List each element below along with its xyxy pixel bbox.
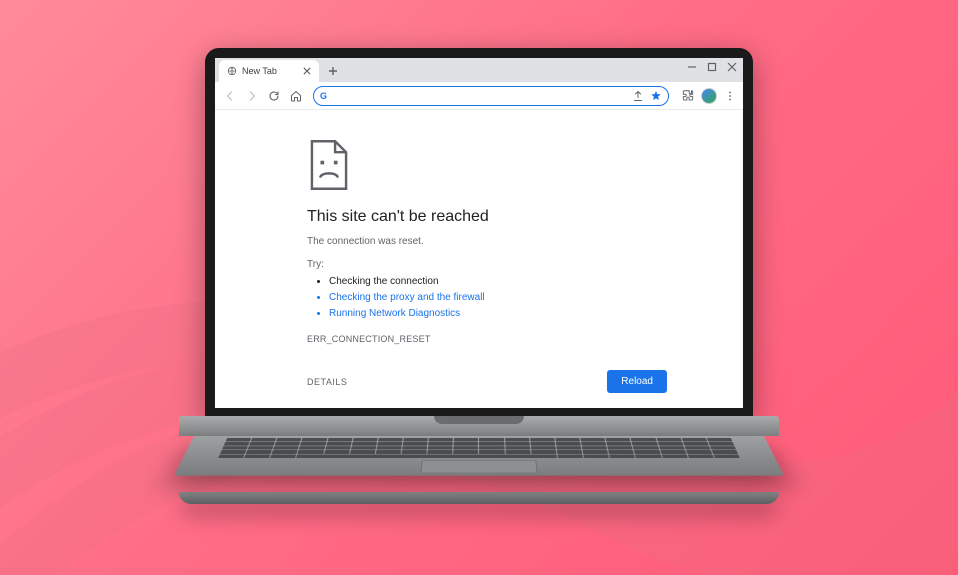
menu-button[interactable]: [723, 89, 737, 103]
search-engine-icon: G: [320, 91, 327, 101]
toolbar-actions: [681, 88, 737, 104]
reload-nav-button[interactable]: [265, 87, 283, 105]
sad-document-icon: [307, 140, 351, 190]
error-footer: DETAILS Reload: [307, 370, 667, 393]
browser-window: New Tab G: [215, 58, 743, 408]
laptop-base-edge: [179, 492, 779, 504]
error-suggestions: Checking the connection Checking the pro…: [307, 274, 667, 322]
tab-title: New Tab: [242, 66, 298, 76]
page-content: This site can't be reached The connectio…: [215, 110, 743, 408]
arrow-right-icon: [246, 90, 258, 102]
details-button[interactable]: DETAILS: [307, 377, 347, 387]
error-title: This site can't be reached: [307, 208, 667, 226]
forward-button[interactable]: [243, 87, 261, 105]
url-input[interactable]: [333, 88, 626, 104]
error-page: This site can't be reached The connectio…: [307, 140, 667, 393]
reload-button[interactable]: Reload: [607, 370, 667, 393]
error-subtitle: The connection was reset.: [307, 236, 667, 247]
window-controls: [687, 62, 737, 72]
minimize-button[interactable]: [687, 62, 697, 72]
tab-strip: New Tab: [215, 58, 743, 82]
trackpad: [420, 460, 537, 473]
browser-tab[interactable]: New Tab: [219, 60, 319, 82]
extensions-button[interactable]: [681, 89, 695, 103]
laptop-mockup: New Tab G: [179, 48, 779, 504]
home-icon: [290, 90, 302, 102]
new-tab-button[interactable]: [325, 63, 341, 79]
browser-toolbar: G: [215, 82, 743, 110]
home-button[interactable]: [287, 87, 305, 105]
globe-icon: [227, 66, 237, 76]
error-try-label: Try:: [307, 259, 667, 270]
suggestion-network-diagnostics[interactable]: Running Network Diagnostics: [329, 306, 667, 322]
bookmark-star-icon[interactable]: [650, 90, 662, 102]
laptop-hinge: [179, 416, 779, 436]
close-window-button[interactable]: [727, 62, 737, 72]
screen-bezel: New Tab G: [205, 48, 753, 418]
close-icon[interactable]: [303, 67, 311, 75]
laptop-keyboard-deck: [174, 436, 784, 476]
suggestion-check-connection: Checking the connection: [329, 274, 667, 290]
puzzle-icon: [681, 89, 695, 103]
back-button[interactable]: [221, 87, 239, 105]
maximize-button[interactable]: [707, 62, 717, 72]
arrow-left-icon: [224, 90, 236, 102]
share-icon[interactable]: [632, 90, 644, 102]
keyboard: [218, 438, 740, 458]
reload-icon: [268, 90, 280, 102]
error-code: ERR_CONNECTION_RESET: [307, 334, 667, 344]
plus-icon: [328, 66, 338, 76]
kebab-icon: [724, 90, 736, 102]
address-bar[interactable]: G: [313, 86, 669, 106]
profile-avatar[interactable]: [701, 88, 717, 104]
suggestion-check-proxy[interactable]: Checking the proxy and the firewall: [329, 290, 667, 306]
